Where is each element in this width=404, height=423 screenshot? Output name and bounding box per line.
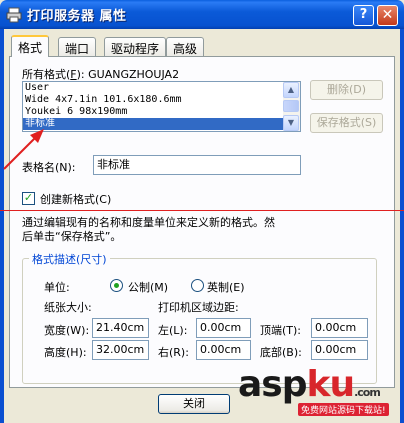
help-button[interactable]: ? bbox=[353, 5, 374, 26]
tab-port[interactable]: 端口 bbox=[58, 37, 97, 56]
format-description-title: 格式描述(尺寸) bbox=[29, 251, 110, 267]
metric-radio[interactable] bbox=[110, 279, 123, 292]
close-button[interactable]: 关闭 bbox=[158, 394, 230, 414]
height-label: 高度(H): bbox=[44, 346, 87, 359]
right-margin-input[interactable]: 0.00cm bbox=[196, 340, 251, 360]
scroll-down-icon[interactable]: ▼ bbox=[283, 115, 299, 131]
paper-size-label: 纸张大小: bbox=[44, 301, 92, 314]
imperial-label: 英制(E) bbox=[207, 281, 245, 294]
metric-label: 公制(M) bbox=[128, 281, 169, 294]
title-bar: 打印服务器 属性 ? ✕ bbox=[0, 0, 404, 29]
unit-label: 单位: bbox=[44, 281, 70, 294]
scroll-thumb[interactable] bbox=[283, 100, 299, 112]
top-margin-input[interactable]: 0.00cm bbox=[311, 318, 368, 338]
listbox-scrollbar[interactable]: ▲ ▼ bbox=[283, 82, 300, 131]
delete-button[interactable]: 删除(D) bbox=[310, 80, 383, 100]
window-title: 打印服务器 属性 bbox=[27, 9, 127, 24]
printer-icon bbox=[6, 7, 22, 23]
list-item-selected[interactable]: 非标准 bbox=[23, 118, 300, 130]
create-new-format-checkbox[interactable]: ✓ bbox=[22, 192, 35, 205]
tab-format[interactable]: 格式 bbox=[11, 35, 50, 57]
scroll-up-icon[interactable]: ▲ bbox=[283, 82, 299, 98]
width-input[interactable]: 21.40cm bbox=[92, 318, 149, 338]
tab-driver[interactable]: 驱动程序 bbox=[104, 37, 167, 56]
create-new-format-label: 创建新格式(C) bbox=[40, 193, 112, 206]
close-window-button[interactable]: ✕ bbox=[377, 5, 398, 26]
left-margin-label: 左(L): bbox=[158, 324, 188, 337]
bottom-margin-input[interactable]: 0.00cm bbox=[311, 340, 368, 360]
left-margin-input[interactable]: 0.00cm bbox=[196, 318, 251, 338]
table-name-input[interactable]: 非标准 bbox=[93, 155, 301, 175]
annotation-line bbox=[0, 210, 404, 211]
list-item[interactable]: User bbox=[23, 82, 300, 94]
formats-listbox[interactable]: User Wide 4x7.1in 101.6x180.6mm Youkei 6… bbox=[22, 81, 301, 132]
watermark-logo: aspku.com bbox=[238, 364, 381, 405]
width-label: 宽度(W): bbox=[44, 324, 90, 337]
all-formats-label: 所有格式(F): GUANGZHOUJA2 bbox=[22, 68, 180, 81]
save-format-button[interactable]: 保存格式(S) bbox=[310, 113, 383, 133]
bottom-margin-label: 底部(B): bbox=[260, 346, 302, 359]
top-margin-label: 顶端(T): bbox=[260, 324, 302, 337]
height-input[interactable]: 32.00cm bbox=[92, 340, 149, 360]
description-line-2: 后单击“保存格式”。 bbox=[22, 230, 122, 243]
list-item[interactable]: Wide 4x7.1in 101.6x180.6mm bbox=[23, 94, 300, 106]
imperial-radio[interactable] bbox=[191, 279, 204, 292]
table-name-label: 表格名(N): bbox=[22, 161, 76, 174]
list-item[interactable]: Youkei 6 98x190mm bbox=[23, 106, 300, 118]
right-margin-label: 右(R): bbox=[158, 346, 189, 359]
printer-margin-label: 打印机区域边距: bbox=[158, 301, 239, 314]
window-frame-left bbox=[0, 29, 4, 423]
tab-advanced[interactable]: 高级 bbox=[166, 37, 205, 56]
watermark-tagline: 免费网站源码下载站! bbox=[298, 403, 389, 416]
window-frame-right bbox=[400, 29, 404, 423]
